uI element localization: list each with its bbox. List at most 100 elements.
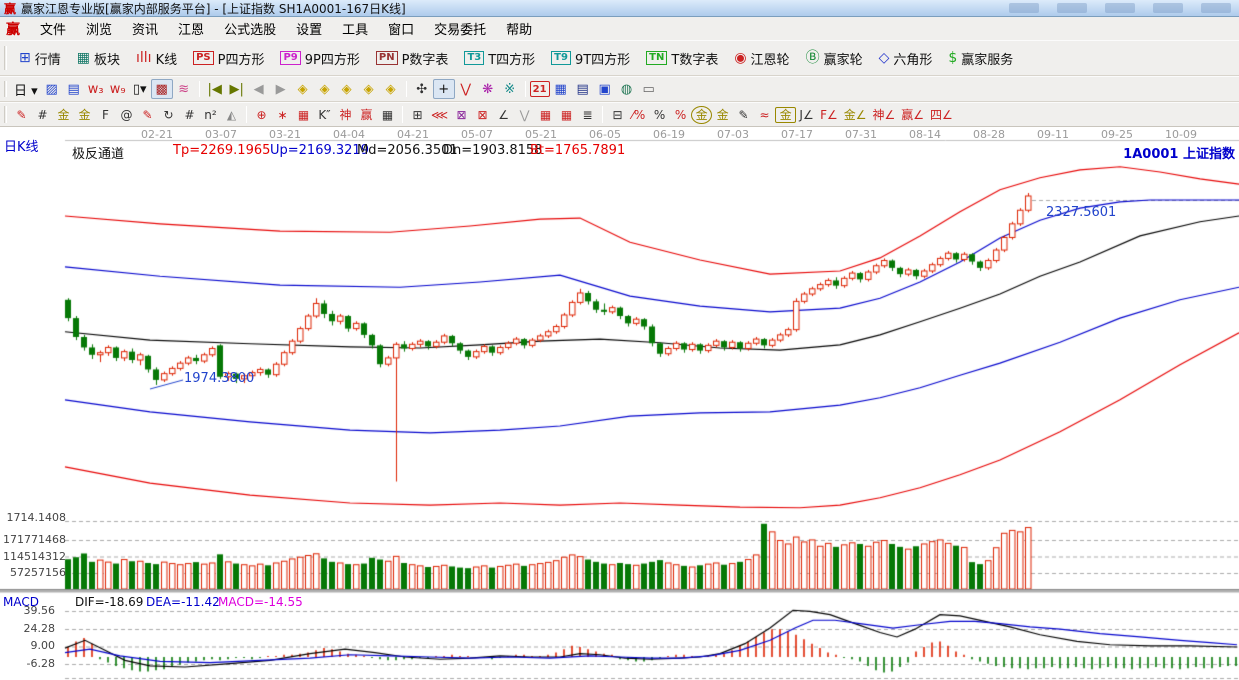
tool-icon-button[interactable]: ◈	[336, 79, 358, 99]
tool-icon-button[interactable]: ▶	[270, 79, 292, 99]
draw-tool-button[interactable]: ⊠	[472, 105, 493, 125]
draw-tool-button[interactable]: ⁄%	[628, 105, 649, 125]
tool-icon-button[interactable]: ❋	[477, 79, 499, 99]
draw-tool-button[interactable]: #	[32, 105, 53, 125]
draw-tool-button[interactable]: ⊟	[607, 105, 628, 125]
tool-icon-button[interactable]: ▭	[638, 79, 660, 99]
draw-tool-button[interactable]: ≈	[754, 105, 775, 125]
tool-icon-button[interactable]: w₃	[85, 79, 107, 99]
draw-tool-button[interactable]: %	[649, 105, 670, 125]
draw-tool-button[interactable]: ◭	[221, 105, 242, 125]
draw-tool-button[interactable]: 神∠	[870, 105, 899, 125]
toolbar-button-赢家服务[interactable]: $赢家服务	[940, 45, 1021, 72]
tool-icon-button[interactable]: ※	[499, 79, 521, 99]
draw-tool-button[interactable]: 金	[74, 105, 95, 125]
tool-icon-button[interactable]: ▯▾	[129, 79, 151, 99]
menu-item[interactable]: 窗口	[378, 17, 424, 40]
draw-tool-button[interactable]: ✎	[733, 105, 754, 125]
draw-tool-button[interactable]: @	[116, 105, 137, 125]
toolbar-button-9T四方形[interactable]: T99T四方形	[543, 45, 638, 72]
draw-tool-button[interactable]: ⊕	[251, 105, 272, 125]
toolbar-separator	[246, 106, 247, 122]
tool-icon-button[interactable]: ▨	[41, 79, 63, 99]
tool-icon-button[interactable]: ◈	[380, 79, 402, 99]
toolbar-button-label: 9T四方形	[575, 49, 630, 68]
toolbar-button-K线[interactable]: ıllıK线	[128, 45, 185, 72]
tool-icon-button[interactable]: ▶|	[226, 79, 248, 99]
menu-item[interactable]: 资讯	[122, 17, 168, 40]
menu-item[interactable]: 工具	[332, 17, 378, 40]
draw-tool-button[interactable]: ⊞	[407, 105, 428, 125]
draw-tool-button[interactable]: %	[670, 105, 691, 125]
draw-tool-button[interactable]: 金	[712, 105, 733, 125]
draw-tool-button[interactable]: #	[179, 105, 200, 125]
chart-region[interactable]: 02-2103-0703-2104-0404-2105-0705-2106-05…	[0, 127, 1239, 680]
toolbar-draw: ✎#金金F@✎↻#n²◭⊕∗▦K″神赢▦⊞⋘⊠⊠∠⋁▦▦≣⊟⁄%%%金金✎≈金J…	[0, 102, 1239, 127]
draw-tool-button[interactable]: 金	[775, 107, 796, 123]
draw-tool-button[interactable]: 赢	[356, 105, 377, 125]
tool-icon-button[interactable]: ▤	[63, 79, 85, 99]
draw-tool-button[interactable]: ▦	[377, 105, 398, 125]
draw-tool-button[interactable]: ↻	[158, 105, 179, 125]
draw-tool-button[interactable]: ✎	[137, 105, 158, 125]
tool-icon-button[interactable]: ◈	[358, 79, 380, 99]
tool-icon-button[interactable]: ▦	[550, 79, 572, 99]
draw-tool-button[interactable]: ⋁	[514, 105, 535, 125]
tool-icon-button[interactable]: ◈	[292, 79, 314, 99]
tool-icon-button[interactable]: ▣	[594, 79, 616, 99]
draw-tool-button[interactable]: ▦	[556, 105, 577, 125]
draw-tool-button[interactable]: ▦	[535, 105, 556, 125]
toolbar-button-P四方形[interactable]: PSP四方形	[185, 45, 272, 72]
toolbar-button-江恩轮[interactable]: ◉江恩轮	[726, 45, 797, 72]
draw-tool-button[interactable]: ⋘	[428, 105, 451, 125]
toolbar-button-T四方形[interactable]: T3T四方形	[456, 45, 543, 72]
toolbar-separator	[525, 81, 526, 98]
tool-icon-button[interactable]: |◀	[204, 79, 226, 99]
menu-item[interactable]: 文件	[30, 17, 76, 40]
menu-item[interactable]: 帮助	[496, 17, 542, 40]
draw-tool-button[interactable]: ≣	[577, 105, 598, 125]
tool-icon-button[interactable]: ≋	[173, 79, 195, 99]
menu-item[interactable]: 设置	[286, 17, 332, 40]
draw-tool-button[interactable]: 金	[691, 106, 712, 124]
menu-item[interactable]: 浏览	[76, 17, 122, 40]
period-label: 日K线	[4, 136, 39, 155]
draw-tool-button[interactable]: n²	[200, 105, 221, 125]
menu-item[interactable]: 江恩	[168, 17, 214, 40]
draw-tool-button[interactable]: ✎	[11, 105, 32, 125]
menu-item[interactable]: 公式选股	[214, 17, 286, 40]
menu-item[interactable]: 交易委托	[424, 17, 496, 40]
toolbar-button-T数字表[interactable]: TNT数字表	[638, 45, 726, 72]
draw-tool-button[interactable]: 四∠	[927, 105, 956, 125]
toolbar-button-行情[interactable]: ⊞行情	[11, 45, 69, 72]
toolbar-button-P数字表[interactable]: PNP数字表	[368, 45, 457, 72]
tool-icon-button[interactable]: ◍	[616, 79, 638, 99]
tool-icon-button[interactable]: ◈	[314, 79, 336, 99]
draw-tool-button[interactable]: 赢∠	[898, 105, 927, 125]
draw-tool-button[interactable]: F∠	[817, 105, 841, 125]
tool-icon-button[interactable]: w₉	[107, 79, 129, 99]
tool-icon-button[interactable]: 日 ▾	[11, 79, 41, 99]
draw-tool-button[interactable]: F	[95, 105, 116, 125]
draw-tool-button[interactable]: K″	[314, 105, 335, 125]
toolbar-button-板块[interactable]: ▦板块	[69, 45, 128, 72]
draw-tool-button[interactable]: ▦	[293, 105, 314, 125]
tool-icon-button[interactable]: ◀	[248, 79, 270, 99]
tool-icon-button[interactable]: ✣	[411, 79, 433, 99]
draw-tool-button[interactable]: J∠	[796, 105, 817, 125]
draw-tool-button[interactable]: 神	[335, 105, 356, 125]
draw-tool-button[interactable]: ∠	[493, 105, 514, 125]
draw-tool-button[interactable]: ∗	[272, 105, 293, 125]
draw-tool-button[interactable]: ⊠	[451, 105, 472, 125]
tool-icon-button[interactable]: ⋁	[455, 79, 477, 99]
tool-icon-button[interactable]: +	[433, 79, 455, 99]
tool-icon-button[interactable]: ▤	[572, 79, 594, 99]
draw-tool-button[interactable]: 金	[53, 105, 74, 125]
tool-icon-button[interactable]: ▩	[151, 79, 173, 99]
toolbar-button-赢家轮[interactable]: Ⓑ赢家轮	[798, 45, 871, 72]
draw-tool-button[interactable]: 金∠	[841, 105, 870, 125]
toolbar-button-六角形[interactable]: ◇六角形	[871, 45, 941, 72]
badge-icon: TN	[646, 51, 667, 65]
tool-icon-button[interactable]: 21	[530, 81, 550, 97]
toolbar-button-9P四方形[interactable]: P99P四方形	[272, 45, 367, 72]
